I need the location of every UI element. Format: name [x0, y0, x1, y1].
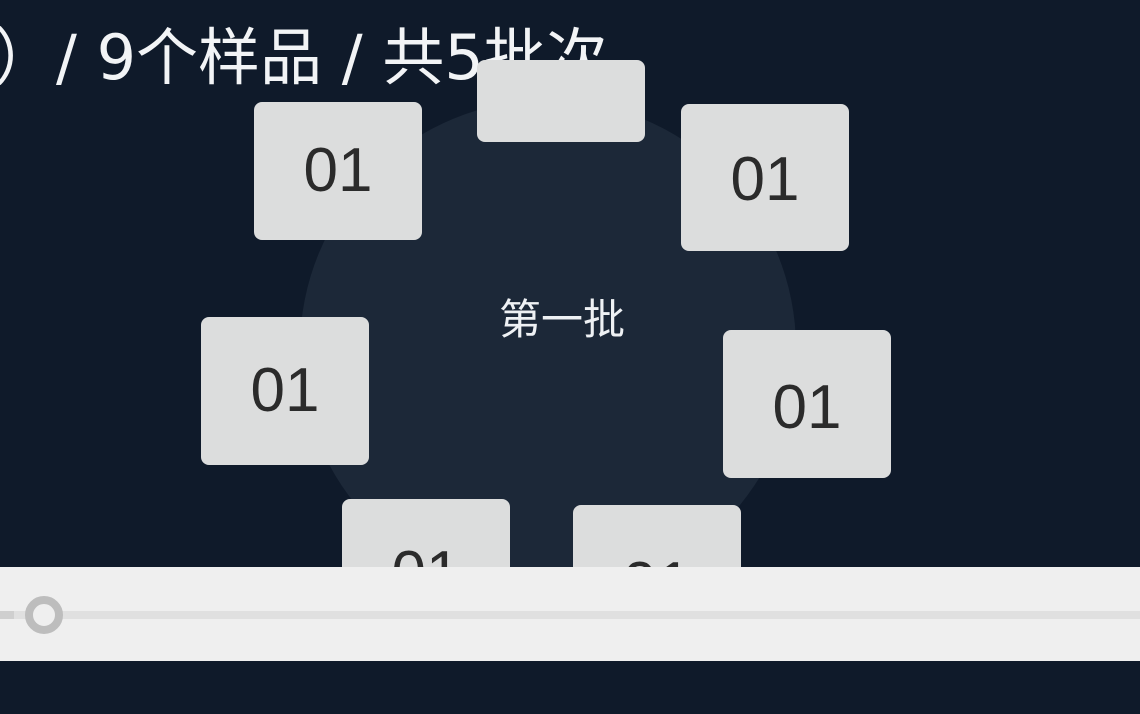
sample-tile[interactable]: 01 — [723, 330, 891, 478]
sample-tile[interactable]: 01 — [254, 102, 422, 240]
circle-handle-icon[interactable] — [25, 596, 63, 634]
slider-track[interactable] — [0, 611, 1140, 619]
sample-tile[interactable]: 01 — [681, 104, 849, 251]
bottom-area — [0, 661, 1140, 714]
sample-tile-top[interactable] — [477, 60, 645, 142]
sample-batch-view: ）/ 9个样品 / 共5批次 01 01 01 01 01 01 第一批 — [0, 0, 1140, 714]
slider-filled-track — [0, 611, 14, 619]
batch-label: 第一批 — [498, 295, 625, 344]
